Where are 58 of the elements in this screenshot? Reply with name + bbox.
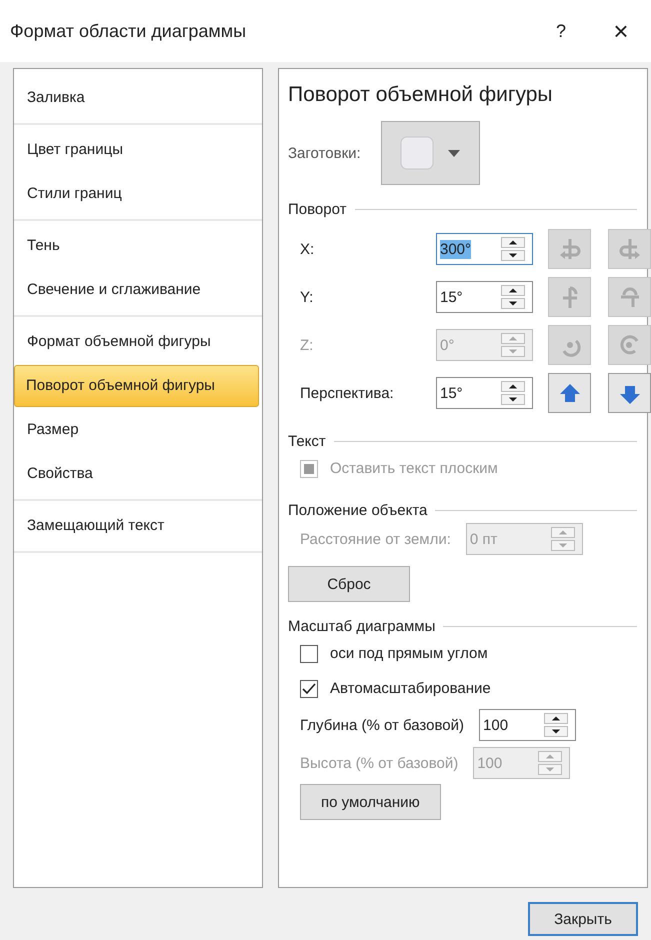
spin-up-icon bbox=[550, 527, 575, 538]
spin-up-icon bbox=[501, 237, 525, 248]
spin-down-icon bbox=[538, 764, 562, 775]
arrow-up-button[interactable] bbox=[548, 373, 591, 413]
field-label: X: bbox=[300, 240, 316, 258]
checkbox-label: Оставить текст плоским bbox=[330, 460, 498, 477]
field-label: Z: bbox=[300, 336, 314, 354]
field-label: Высота (% от базовой) bbox=[300, 754, 458, 772]
window-title: Формат области диаграммы bbox=[10, 20, 248, 42]
presets-label: Заготовки: bbox=[288, 144, 361, 162]
section-heading: Положение объекта bbox=[288, 502, 428, 518]
sidebar-item[interactable]: Замещающий текст bbox=[14, 505, 259, 547]
spin-field[interactable]: 15° bbox=[436, 377, 533, 409]
preset-swatch-icon bbox=[400, 136, 434, 170]
button[interactable]: по умолчанию bbox=[300, 784, 441, 820]
panel-title: Поворот объемной фигуры bbox=[288, 83, 554, 107]
spin-up-icon bbox=[538, 751, 562, 762]
button[interactable]: Сброс bbox=[288, 566, 410, 602]
section-heading: Текст bbox=[288, 432, 326, 450]
sidebar-item[interactable]: Формат объемной фигуры bbox=[14, 321, 259, 363]
sidebar-item[interactable]: Свечение и сглаживание bbox=[14, 269, 259, 311]
field-label: Глубина (% от базовой) bbox=[300, 716, 464, 734]
arrow-down-button[interactable] bbox=[608, 373, 651, 413]
sidebar-item[interactable]: Стили границ bbox=[14, 173, 259, 215]
spin-down-icon bbox=[501, 394, 525, 405]
spin-up-icon bbox=[544, 713, 568, 724]
spin-down-icon bbox=[501, 346, 525, 357]
spin-up-icon bbox=[501, 285, 525, 296]
spin-up-icon bbox=[501, 381, 525, 392]
spin-field[interactable]: 15° bbox=[436, 281, 533, 313]
sidebar-item[interactable]: Свойства bbox=[14, 453, 259, 495]
sidebar-item[interactable]: Тень bbox=[14, 225, 259, 267]
field-label: Расстояние от земли: bbox=[300, 530, 451, 548]
spin-up-icon bbox=[501, 333, 525, 344]
help-button[interactable]: ? bbox=[531, 20, 591, 42]
section-heading: Масштаб диаграммы bbox=[288, 618, 436, 634]
close-button[interactable]: × bbox=[591, 14, 651, 48]
sidebar-item[interactable]: Поворот объемной фигуры bbox=[14, 365, 259, 407]
spin-field[interactable]: 300° bbox=[436, 233, 533, 265]
close-dialog-button[interactable]: Закрыть bbox=[528, 902, 638, 936]
checkbox-label: оси под прямым углом bbox=[330, 645, 488, 662]
spin-field[interactable]: 100 bbox=[479, 709, 576, 741]
spin-down-icon bbox=[501, 298, 525, 309]
spin-down-icon bbox=[501, 250, 525, 261]
checkbox[interactable] bbox=[300, 680, 318, 698]
checkmark-icon bbox=[302, 682, 316, 694]
spin-down-icon bbox=[550, 540, 575, 551]
dropdown-caret-icon bbox=[448, 150, 460, 156]
sidebar-item[interactable]: Цвет границы bbox=[14, 129, 259, 171]
field-label: Y: bbox=[300, 288, 314, 306]
checkbox[interactable] bbox=[300, 644, 318, 662]
spin-down-icon bbox=[544, 726, 568, 737]
sidebar-item[interactable]: Заливка bbox=[14, 77, 259, 119]
field-label: Перспектива: bbox=[300, 384, 395, 402]
checkbox-label: Автомасштабирование bbox=[330, 680, 491, 697]
sidebar-item[interactable]: Размер bbox=[14, 409, 259, 451]
section-heading: Поворот bbox=[288, 200, 346, 218]
presets-dropdown[interactable] bbox=[380, 121, 480, 185]
